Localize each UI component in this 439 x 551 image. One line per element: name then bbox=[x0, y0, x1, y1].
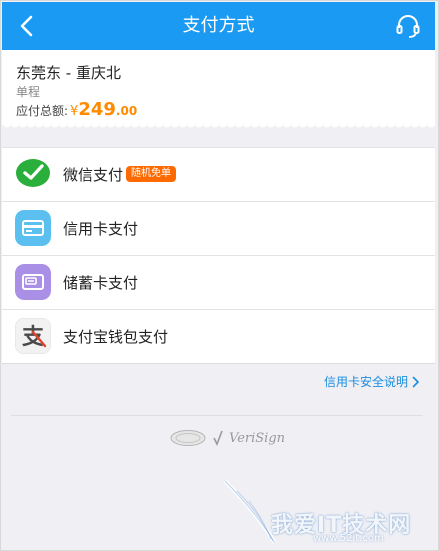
promo-badge: 随机免单 bbox=[126, 166, 176, 182]
certification-logos: VeriSign bbox=[169, 426, 285, 450]
customer-service-button[interactable] bbox=[395, 13, 421, 39]
amount-integer: 249 bbox=[78, 99, 116, 120]
ticket-edge-divider bbox=[2, 121, 435, 131]
debit-card-icon bbox=[15, 264, 51, 300]
security-info-link[interactable]: 信用卡安全说明 bbox=[324, 373, 420, 390]
verisign-logo-text: VeriSign bbox=[229, 430, 286, 446]
checkmark-icon bbox=[213, 430, 223, 446]
payment-method-list: 微信支付 随机免单 信用卡支付 储蓄卡支付 支 支付宝钱包支付 bbox=[2, 147, 435, 364]
total-label: 应付总额: bbox=[16, 104, 69, 118]
order-summary: 东莞东 - 重庆北 单程 应付总额: ¥ 249 .00 bbox=[2, 50, 435, 124]
watermark-url: www.52it.com bbox=[313, 533, 384, 544]
payment-label: 支付宝钱包支付 bbox=[63, 328, 169, 346]
nav-header: 支付方式 bbox=[2, 2, 435, 50]
amount-decimal: .00 bbox=[115, 104, 138, 118]
payment-option-alipay[interactable]: 支 支付宝钱包支付 bbox=[2, 310, 435, 364]
phone-screen: 支付方式 东莞东 - 重庆北 单程 应付总额: ¥ 249 .00 微信支付 随… bbox=[0, 0, 439, 551]
page-title: 支付方式 bbox=[182, 15, 255, 36]
security-info-label: 信用卡安全说明 bbox=[323, 375, 408, 389]
svg-text:支: 支 bbox=[22, 325, 45, 350]
alipay-icon: 支 bbox=[15, 318, 51, 354]
payment-option-wechat[interactable]: 微信支付 随机免单 bbox=[2, 148, 435, 202]
route-text: 东莞东 - 重庆北 bbox=[16, 64, 121, 82]
headset-icon bbox=[396, 15, 420, 38]
payment-label: 信用卡支付 bbox=[63, 220, 139, 238]
payment-label: 微信支付 bbox=[63, 166, 124, 184]
section-divider bbox=[11, 415, 423, 416]
total-amount-row: 应付总额: ¥ 249 .00 bbox=[16, 99, 137, 120]
payment-option-debit-card[interactable]: 储蓄卡支付 bbox=[2, 256, 435, 310]
security-seal-icon bbox=[170, 430, 206, 446]
trip-type-text: 单程 bbox=[16, 85, 41, 99]
payment-label: 储蓄卡支付 bbox=[63, 274, 139, 292]
payment-option-credit-card[interactable]: 信用卡支付 bbox=[2, 202, 435, 256]
credit-card-icon bbox=[15, 210, 51, 246]
chevron-right-icon bbox=[412, 376, 419, 387]
currency-symbol: ¥ bbox=[70, 104, 79, 119]
wechat-pay-icon bbox=[16, 159, 50, 187]
